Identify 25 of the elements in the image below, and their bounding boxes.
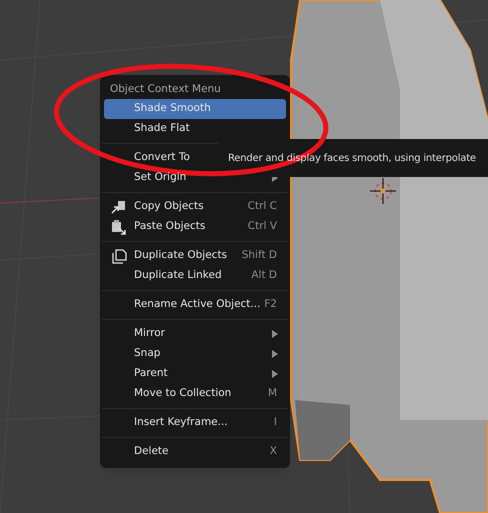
menu-item[interactable]: Paste Objects Ctrl V (104, 217, 286, 237)
paste-icon (111, 220, 127, 234)
copy-icon (111, 200, 127, 214)
menu-item[interactable]: Duplicate Objects Shift D (104, 246, 286, 266)
shortcut-label: M (268, 386, 278, 402)
shortcut-label: X (270, 444, 278, 460)
menu-item[interactable]: Rename Active Object... F2 (104, 295, 286, 315)
duplicate-icon (112, 248, 126, 264)
menu-item[interactable]: Copy Objects Ctrl C (104, 197, 286, 217)
shortcut-label: Ctrl C (248, 199, 278, 214)
menu-item[interactable]: Insert Keyframe... I (104, 413, 286, 433)
menu-item[interactable]: Snap (104, 344, 286, 364)
menu-item[interactable]: Duplicate Linked Alt D (104, 266, 286, 286)
menu-item[interactable]: Mirror (104, 324, 286, 344)
shortcut-label: Ctrl V (248, 219, 278, 234)
menu-item[interactable]: Parent (104, 364, 286, 384)
menu-item[interactable]: Move to Collection M (104, 384, 286, 404)
menu-title: Object Context Menu (110, 82, 221, 97)
menu-item[interactable]: Shade Smooth (104, 99, 286, 119)
menu-item[interactable]: Shade Flat (104, 119, 286, 139)
shortcut-label: I (274, 415, 278, 430)
shortcut-label: Alt D (251, 268, 278, 284)
shortcut-label: F2 (264, 297, 278, 312)
shortcut-label: Shift D (242, 248, 278, 264)
menu-item[interactable]: Delete X (104, 442, 286, 462)
